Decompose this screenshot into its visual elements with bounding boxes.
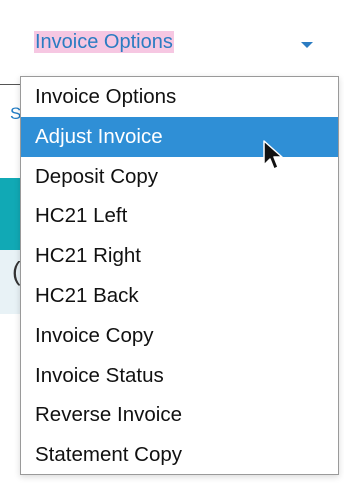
chevron-down-icon[interactable]	[301, 42, 313, 48]
invoice-options-select[interactable]: Invoice Options	[16, 18, 333, 66]
option-hc21-left[interactable]: HC21 Left	[21, 196, 338, 236]
option-reverse-invoice[interactable]: Reverse Invoice	[21, 395, 338, 435]
invoice-options-dropdown: Invoice Options Adjust Invoice Deposit C…	[20, 76, 339, 475]
background-divider	[0, 84, 22, 85]
option-deposit-copy[interactable]: Deposit Copy	[21, 157, 338, 197]
option-hc21-right[interactable]: HC21 Right	[21, 236, 338, 276]
option-hc21-back[interactable]: HC21 Back	[21, 276, 338, 316]
option-adjust-invoice[interactable]: Adjust Invoice	[21, 116, 338, 157]
background-teal-panel	[0, 178, 22, 250]
option-invoice-status[interactable]: Invoice Status	[21, 356, 338, 396]
option-statement-copy[interactable]: Statement Copy	[21, 435, 338, 475]
option-invoice-options[interactable]: Invoice Options	[21, 77, 338, 117]
select-current-value: Invoice Options	[34, 31, 174, 53]
option-invoice-copy[interactable]: Invoice Copy	[21, 316, 338, 356]
mouse-cursor-icon	[263, 140, 283, 170]
